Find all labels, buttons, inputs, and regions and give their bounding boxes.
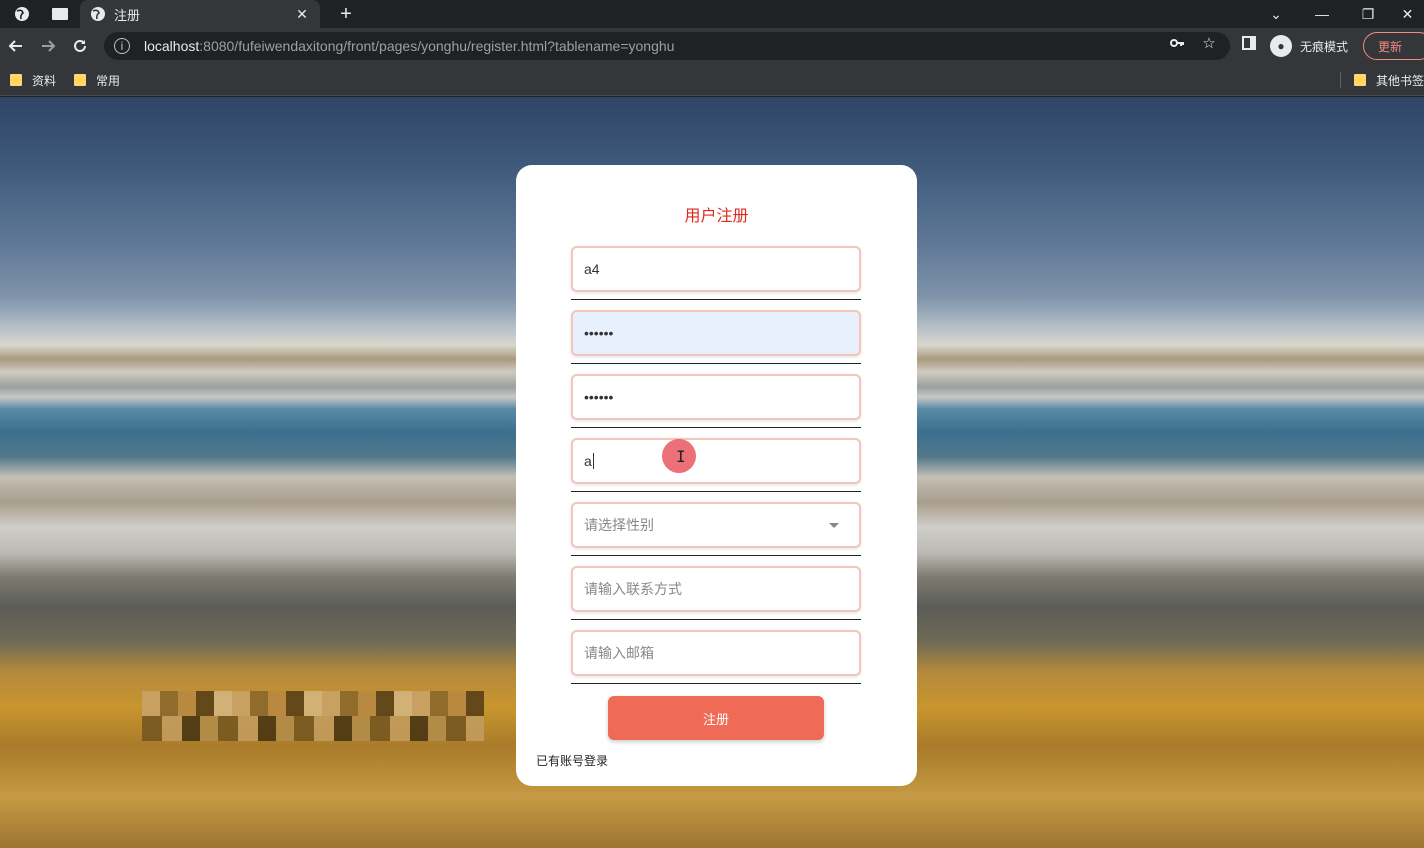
globe-icon xyxy=(91,7,105,21)
tab-register[interactable]: 注册 ✕ xyxy=(80,0,320,28)
confirm-password-value: •••••• xyxy=(584,389,614,405)
bookmarks-bar: 资料 常用 其他书签 xyxy=(0,64,1424,96)
page-background: 用户注册 a4 •••••• •••••• a 请选择性别 请输入联系方式 请输… xyxy=(0,97,1424,848)
folder-icon xyxy=(10,74,22,86)
password-value: •••••• xyxy=(584,325,614,341)
password-input[interactable]: •••••• xyxy=(571,310,861,356)
incognito-indicator[interactable]: ● 无痕模式 xyxy=(1270,34,1348,58)
forward-button[interactable] xyxy=(36,34,60,58)
key-icon[interactable] xyxy=(1168,34,1186,52)
globe-icon[interactable] xyxy=(12,4,32,24)
field-divider xyxy=(571,363,861,364)
name-input[interactable]: a xyxy=(571,438,861,484)
bookmark-label: 资料 xyxy=(32,73,57,88)
url-path: :8080/fufeiwendaxitong/front/pages/yongh… xyxy=(199,38,675,54)
side-panel-icon[interactable] xyxy=(1240,34,1258,52)
field-divider xyxy=(571,619,861,620)
pixelated-watermark xyxy=(142,691,484,741)
phone-placeholder: 请输入联系方式 xyxy=(584,581,682,597)
field-divider xyxy=(571,555,861,556)
tab-title: 注册 xyxy=(114,7,141,23)
field-divider xyxy=(571,491,861,492)
other-bookmarks[interactable]: 其他书签 xyxy=(1354,70,1424,90)
text-caret xyxy=(592,453,594,469)
other-bookmarks-label: 其他书签 xyxy=(1376,73,1424,88)
restore-button[interactable]: ❐ xyxy=(1345,0,1391,28)
new-tab-button[interactable]: + xyxy=(334,2,358,26)
url-host: localhost xyxy=(144,38,200,54)
update-button[interactable]: 更新 xyxy=(1363,32,1424,60)
register-button[interactable]: 注册 xyxy=(608,696,824,740)
close-icon[interactable]: ✕ xyxy=(294,6,310,22)
confirm-password-input[interactable]: •••••• xyxy=(571,374,861,420)
tab-search-icon[interactable] xyxy=(50,4,70,24)
text-cursor-icon: I xyxy=(676,447,686,466)
tab-strip: 注册 ✕ + ⌄ — ❐ ✕ xyxy=(0,0,1424,28)
username-input[interactable]: a4 xyxy=(571,246,861,292)
folder-icon xyxy=(74,74,86,86)
back-button[interactable] xyxy=(4,34,28,58)
caret-down-icon xyxy=(829,523,839,528)
window-close-button[interactable]: ✕ xyxy=(1391,0,1424,28)
incognito-label: 无痕模式 xyxy=(1300,39,1349,54)
field-divider xyxy=(571,427,861,428)
star-icon[interactable]: ☆ xyxy=(1200,34,1218,52)
chevron-down-icon[interactable]: ⌄ xyxy=(1253,0,1299,28)
field-divider xyxy=(571,299,861,300)
gender-select[interactable]: 请选择性别 xyxy=(571,502,861,548)
email-placeholder: 请输入邮箱 xyxy=(584,645,654,661)
username-value: a4 xyxy=(584,261,600,277)
address-bar[interactable]: i localhost:8080/fufeiwendaxitong/front/… xyxy=(104,32,1230,60)
minimize-button[interactable]: — xyxy=(1299,0,1345,28)
phone-input[interactable]: 请输入联系方式 xyxy=(571,566,861,612)
bookmark-label: 常用 xyxy=(96,73,121,88)
arrow-right-icon xyxy=(42,40,56,52)
reload-button[interactable] xyxy=(68,34,92,58)
arrow-left-icon xyxy=(8,40,22,52)
bookmarks-divider xyxy=(1340,72,1341,88)
incognito-icon: ● xyxy=(1270,35,1292,57)
email-input[interactable]: 请输入邮箱 xyxy=(571,630,861,676)
page-title: 用户注册 xyxy=(684,208,749,225)
field-divider xyxy=(571,683,861,684)
bookmark-folder[interactable]: 常用 xyxy=(74,70,120,90)
register-card: 用户注册 a4 •••••• •••••• a 请选择性别 请输入联系方式 请输… xyxy=(516,165,917,786)
login-link[interactable]: 已有账号登录 xyxy=(536,752,608,769)
update-label: 更新 xyxy=(1378,39,1403,54)
gender-placeholder: 请选择性别 xyxy=(584,517,654,533)
folder-icon xyxy=(1354,74,1366,86)
info-icon[interactable]: i xyxy=(114,38,130,54)
name-value: a xyxy=(584,453,592,469)
register-button-label: 注册 xyxy=(702,711,729,727)
bookmark-folder[interactable]: 资料 xyxy=(10,70,56,90)
browser-toolbar: i localhost:8080/fufeiwendaxitong/front/… xyxy=(0,28,1424,64)
reload-icon xyxy=(74,39,86,52)
